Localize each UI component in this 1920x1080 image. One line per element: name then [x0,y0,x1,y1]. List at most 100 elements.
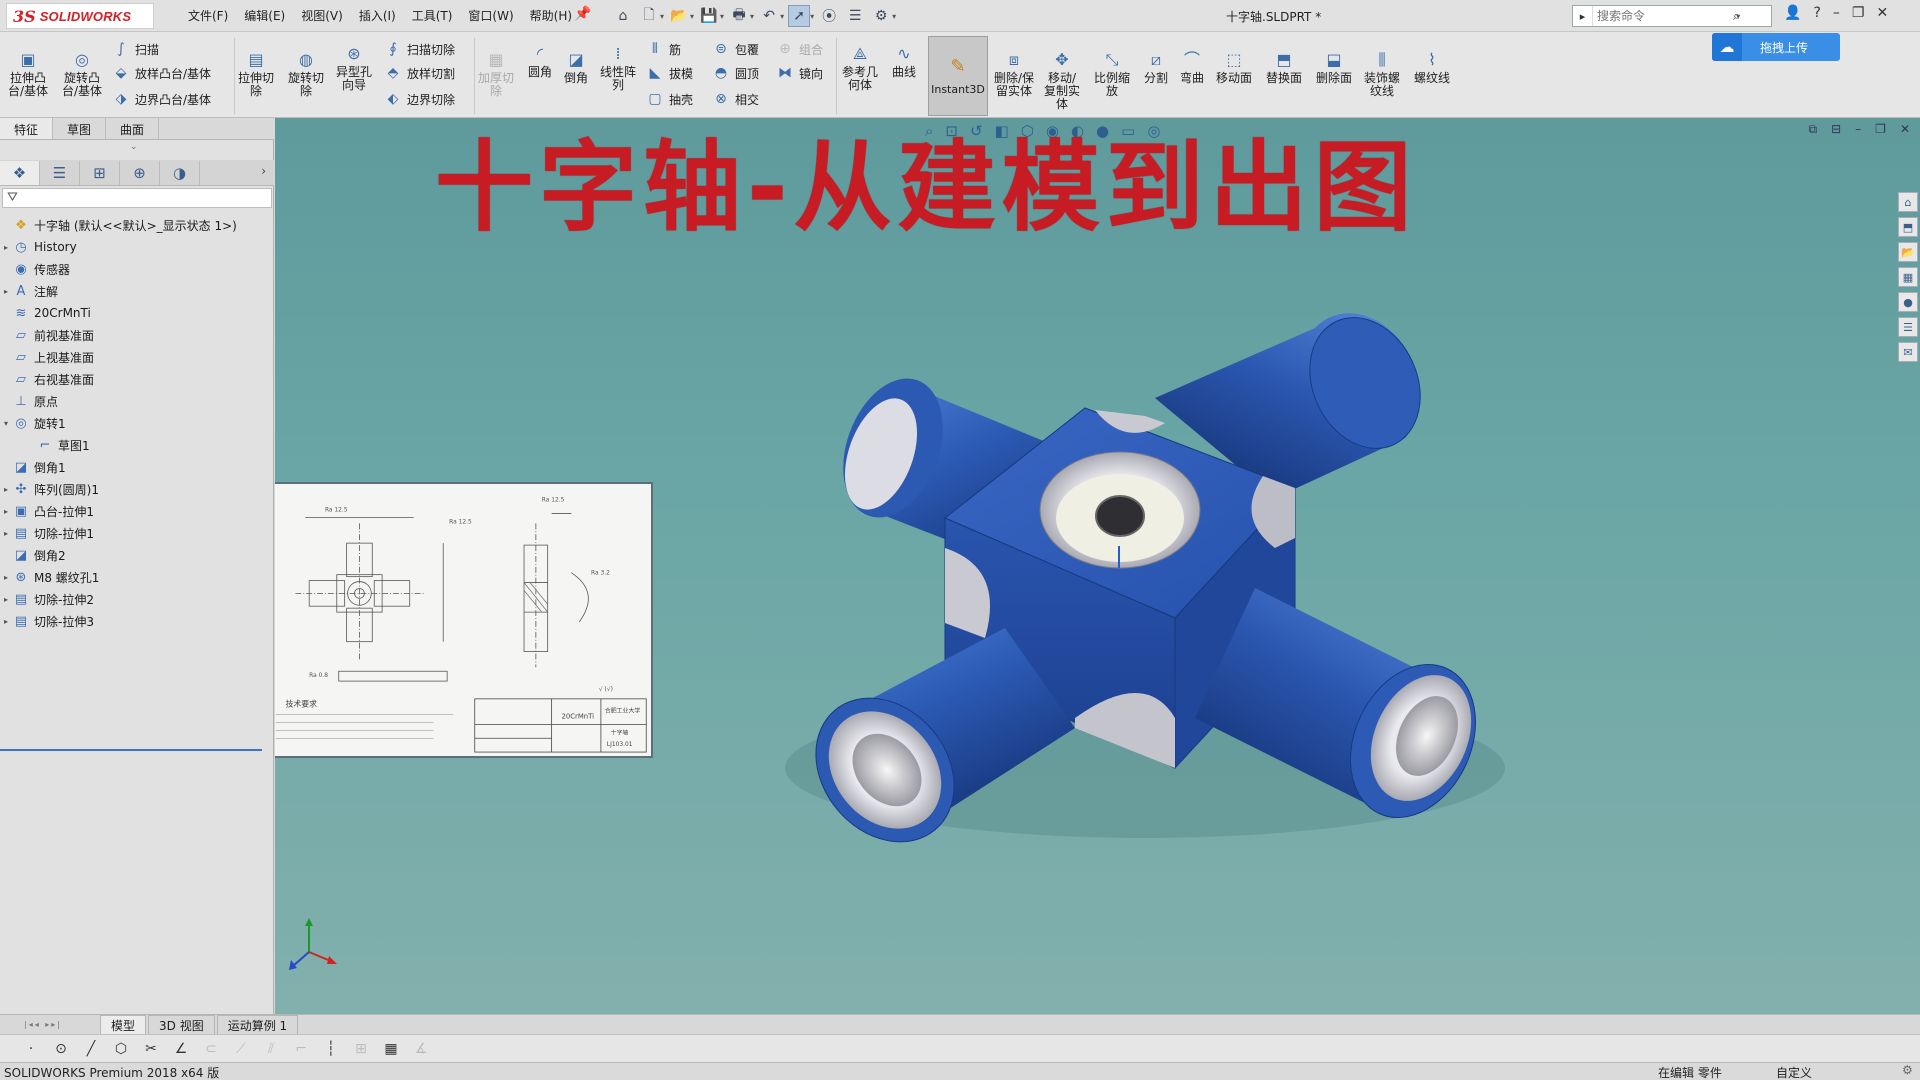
tree-item[interactable]: ▸ ▤ 切除-拉伸2 [0,588,274,610]
print-icon[interactable]: 🖶 [728,5,750,27]
trim-icon[interactable]: ✂ [140,1038,162,1060]
tree-item[interactable]: ▱ 上视基准面 [0,346,274,368]
file-explorer-icon[interactable]: 📂 [1898,242,1918,262]
custom-properties-icon[interactable]: ☰ [1898,317,1918,337]
configuration-manager-icon[interactable]: ⊞ [80,160,120,185]
loft-cut-button[interactable]: ⬘ 放样切割 [384,64,455,82]
tree-item[interactable]: ▸ A 注解 [0,280,274,302]
panel-tabs-more-icon[interactable]: › [261,164,266,178]
print-dropdown-icon[interactable]: ▾ [750,12,754,21]
draft-button[interactable]: ◣ 拔模 [646,64,693,82]
undo-icon[interactable]: ↶ [758,5,780,27]
pin-menu-icon[interactable]: 📌 [574,6,591,22]
delete-face-button[interactable]: ⬓ 删除面 [1316,48,1352,85]
menu-tools[interactable]: 工具(T) [404,7,461,24]
viewport-tile-icon[interactable]: ⧉ [1809,122,1818,137]
move-copy-body-button[interactable]: ✥ 移动/ 复制实 体 [1044,48,1080,111]
save-icon[interactable]: 💾 [698,5,720,27]
select-dropdown-icon[interactable]: ▾ [810,12,814,21]
design-library-icon[interactable]: ⬒ [1898,217,1918,237]
tree-item[interactable]: ◉ 传感器 [0,258,274,280]
menu-insert[interactable]: 插入(I) [351,7,404,24]
viewport-split-icon[interactable]: ⊟ [1831,122,1841,137]
rollback-bar[interactable] [0,749,262,751]
tab-model[interactable]: 模型 [100,1014,147,1035]
extrude-boss-button[interactable]: ▣ 拉伸凸 台/基体 [8,48,48,98]
fillet-button[interactable]: ◜ 圆角 [528,42,552,79]
tree-expander-icon[interactable]: ▸ [0,287,12,296]
curves-button[interactable]: ∿ 曲线 [892,42,916,79]
angle-icon[interactable]: ∡ [410,1038,432,1060]
tab-motion-study[interactable]: 运动算例 1 [216,1014,299,1035]
options-dropdown-icon[interactable]: ▾ [892,12,896,21]
tree-item[interactable]: ▸ ⊛ M8 螺纹孔1 [0,566,274,588]
tree-item[interactable]: ▸ ◷ History [0,236,274,258]
linear-pattern-button[interactable]: ⁞ 线性阵 列 [600,42,636,92]
new-document-icon[interactable]: 🗋 [638,5,660,27]
drag-upload-button[interactable]: ☁ 拖拽上传 [1712,33,1840,61]
circle-icon[interactable]: ⊙ [50,1038,72,1060]
extrude-cut-button[interactable]: ▤ 拉伸切 除 [238,48,274,98]
move-face-button[interactable]: ⬚ 移动面 [1216,48,1252,85]
new-dropdown-icon[interactable]: ▾ [660,12,664,21]
tree-expander-icon[interactable]: ▸ [0,485,12,494]
linear-pattern-sketch-icon[interactable]: ⊞ [350,1038,372,1060]
tree-item[interactable]: ▸ ▣ 凸台-拉伸1 [0,500,274,522]
tree-item[interactable]: ▱ 前视基准面 [0,324,274,346]
revolve-boss-button[interactable]: ◎ 旋转凸 台/基体 [62,48,102,98]
appearances-icon[interactable]: ● [1898,292,1918,312]
restore-button[interactable]: ❐ [1852,5,1865,21]
open-dropdown-icon[interactable]: ▾ [690,12,694,21]
split-button[interactable]: ⧄ 分割 [1144,48,1168,85]
intersect-button[interactable]: ⊗ 相交 [712,90,759,108]
shell-button[interactable]: ▢ 抽壳 [646,90,693,108]
sweep-button[interactable]: ∫ 扫描 [112,40,159,58]
feature-manager-icon[interactable]: ❖ [0,160,40,185]
tree-expander-icon[interactable]: ▾ [0,419,12,428]
grid-icon[interactable]: ▦ [380,1038,402,1060]
sweep-cut-button[interactable]: ∮ 扫描切除 [384,40,455,58]
minimize-button[interactable]: – [1833,5,1840,21]
home-icon[interactable]: ⌂ [612,5,634,27]
instant3d-button[interactable]: ✎ Instant3D [928,36,988,116]
point-icon[interactable]: · [20,1038,42,1060]
tree-item[interactable]: ▾ ◎ 旋转1 [0,412,274,434]
chamfer-button[interactable]: ◪ 倒角 [564,48,588,85]
dome-button[interactable]: ◓ 圆顶 [712,64,759,82]
rib-button[interactable]: ⫴ 筋 [646,40,681,58]
collapse-grip-icon[interactable]: ⌄ [130,142,138,152]
menu-file[interactable]: 文件(F) [180,7,236,24]
cross-shaft-model[interactable] [715,248,1535,868]
file-properties-icon[interactable]: ☰ [844,5,866,27]
tree-item[interactable]: ▸ ▤ 切除-拉伸3 [0,610,274,632]
tree-item[interactable]: ≋ 20CrMnTi [0,302,274,324]
dimxpert-icon[interactable]: ⊕ [120,160,160,185]
open-icon[interactable]: 📂 [668,5,690,27]
tree-expander-icon[interactable]: ▸ [0,617,12,626]
tab-surface[interactable]: 曲面 [106,118,160,139]
status-units[interactable]: 自定义 [1776,1064,1812,1080]
scale-button[interactable]: ⤡ 比例缩 放 [1094,48,1130,98]
solidworks-resources-icon[interactable]: ⌂ [1898,192,1918,212]
close-button[interactable]: ✕ [1876,5,1888,21]
tab-features[interactable]: 特征 [0,118,54,139]
menu-view[interactable]: 视图(V) [293,7,351,24]
mirror-entities-icon[interactable]: ⫽ [260,1038,282,1060]
boundary-boss-button[interactable]: ⬗ 边界凸台/基体 [112,90,211,108]
display-manager-icon[interactable]: ◑ [160,160,200,185]
convert-icon[interactable]: ⟋ [230,1038,252,1060]
solidworks-logo[interactable]: 3S SOLIDWORKS [6,3,154,29]
fillet-sketch-icon[interactable]: ⌐ [290,1038,312,1060]
graphics-area[interactable]: ⌕ ⊡ ↺ ◧ ⬡ ◉ ◐ ● ▭ ◎ ⧉ ⊟ – ❐ ✕ 十字轴-从建模到出图 [275,118,1920,1014]
reference-geometry-button[interactable]: ⟁ 参考几 何体 [842,42,878,92]
smart-dimension-icon[interactable]: ∠ [170,1038,192,1060]
tab-3d-views[interactable]: 3D 视图 [148,1014,215,1035]
revolve-cut-button[interactable]: ◍ 旋转切 除 [288,48,324,98]
user-icon[interactable]: 👤 [1784,5,1801,21]
tree-filter[interactable]: ⛛ [2,188,272,208]
viewport-minimize-icon[interactable]: – [1855,122,1861,137]
tree-expander-icon[interactable]: ▸ [0,573,12,582]
tree-item[interactable]: ◪ 倒角1 [0,456,274,478]
cosmetic-thread-button[interactable]: ⫼ 装饰螺 纹线 [1364,48,1400,98]
tree-expander-icon[interactable]: ▸ [0,529,12,538]
